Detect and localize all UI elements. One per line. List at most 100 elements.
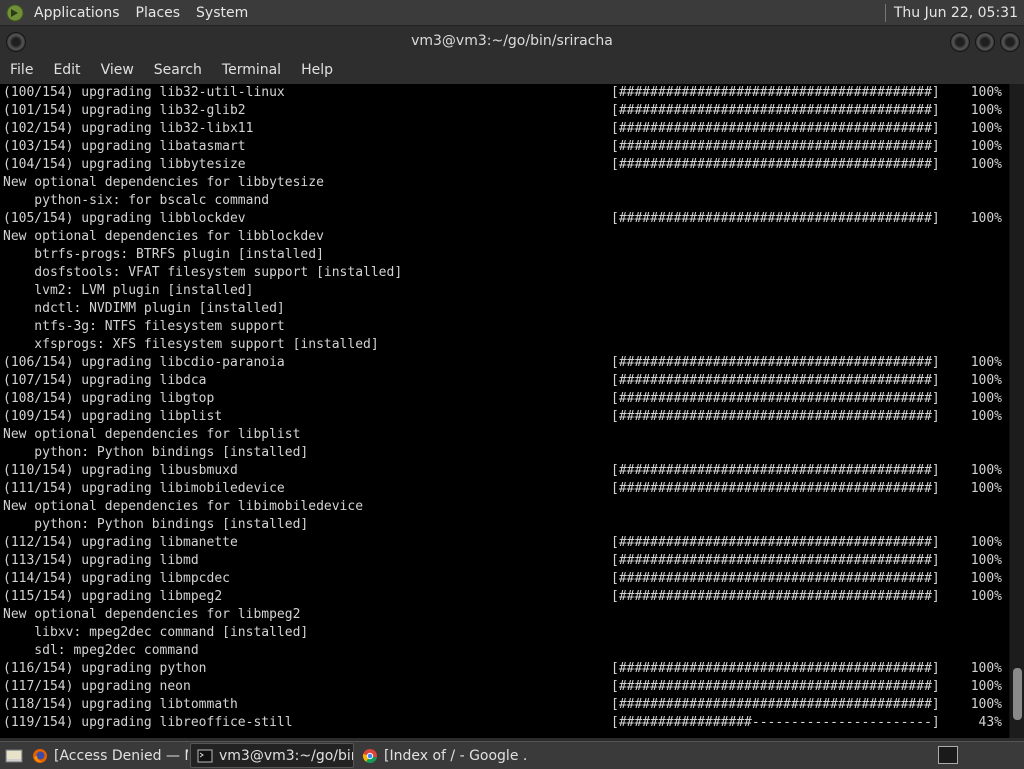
task-chrome[interactable]: [Index of / - Google ... xyxy=(356,744,528,767)
progress-bar-text: [#######################################… xyxy=(611,589,940,604)
terminal-line-text: (117/154) upgrading neon xyxy=(3,679,191,694)
terminal-line-text: lvm2: LVM plugin [installed] xyxy=(3,283,254,298)
terminal-line: (112/154) upgrading libmanette [#########… xyxy=(0,534,1009,552)
progress-percent: 100% xyxy=(970,679,1002,694)
progress-percent: 100% xyxy=(970,661,1002,676)
terminal-line-text: New optional dependencies for libbytesiz… xyxy=(3,175,324,190)
menu-view[interactable]: View xyxy=(91,62,144,78)
terminal-line: python: Python bindings [installed] xyxy=(0,516,1009,534)
menu-applications[interactable]: Applications xyxy=(26,5,128,21)
terminal-line: sdl: mpeg2dec command xyxy=(0,642,1009,660)
progress-percent: 100% xyxy=(970,157,1002,172)
terminal-line-text: python-six: for bscalc command xyxy=(3,193,270,208)
terminal-line: python: Python bindings [installed] xyxy=(0,444,1009,462)
bottom-taskbar: [Access Denied — M... vm3@vm3:~/go/bin..… xyxy=(0,741,1024,769)
progress-percent: 100% xyxy=(970,553,1002,568)
applications-logo-icon[interactable] xyxy=(6,4,24,22)
window-titlebar[interactable]: vm3@vm3:~/go/bin/sriracha xyxy=(0,26,1024,56)
terminal-line-text: (102/154) upgrading lib32-libx11 xyxy=(3,121,254,136)
terminal-line-text: xfsprogs: XFS filesystem support [instal… xyxy=(3,337,379,352)
terminal-line-text: (113/154) upgrading libmd xyxy=(3,553,199,568)
terminal-line: libxv: mpeg2dec command [installed] xyxy=(0,624,1009,642)
progress-percent: 100% xyxy=(970,481,1002,496)
terminal-line-text: New optional dependencies for libmpeg2 xyxy=(3,607,301,622)
menu-help[interactable]: Help xyxy=(291,62,343,78)
menu-file[interactable]: File xyxy=(0,62,43,78)
terminal-line-text: (106/154) upgrading libcdio-paranoia xyxy=(3,355,285,370)
progress-percent: 43% xyxy=(978,715,1002,730)
maximize-button[interactable] xyxy=(975,32,995,52)
progress-bar-text: [#######################################… xyxy=(611,463,940,478)
scrollbar-thumb[interactable] xyxy=(1013,668,1022,720)
terminal-line: (114/154) upgrading libmpcdec [##########… xyxy=(0,570,1009,588)
progress-bar-text: [#######################################… xyxy=(611,571,940,586)
progress-percent: 100% xyxy=(970,373,1002,388)
menu-search[interactable]: Search xyxy=(144,62,212,78)
task-label: [Access Denied — M... xyxy=(54,747,188,764)
menu-places[interactable]: Places xyxy=(128,5,189,21)
terminal-line-text: (108/154) upgrading libgtop xyxy=(3,391,215,406)
progress-bar-text: [#######################################… xyxy=(611,157,940,172)
top-panel-menus: Applications Places System xyxy=(0,0,256,25)
terminal-line-text: (111/154) upgrading libimobiledevice xyxy=(3,481,285,496)
progress-bar-text: [#######################################… xyxy=(611,409,940,424)
minimize-button[interactable] xyxy=(950,32,970,52)
terminal-line: ndctl: NVDIMM plugin [installed] xyxy=(0,300,1009,318)
terminal-line: (115/154) upgrading libmpeg2 [###########… xyxy=(0,588,1009,606)
progress-percent: 100% xyxy=(970,85,1002,100)
chrome-icon xyxy=(362,748,377,763)
terminal-line-text: (112/154) upgrading libmanette xyxy=(3,535,238,550)
terminal-line: dosfstools: VFAT filesystem support [ins… xyxy=(0,264,1009,282)
progress-bar-text: [#######################################… xyxy=(611,373,940,388)
panel-separator xyxy=(884,3,886,22)
terminal-line-text: ntfs-3g: NTFS filesystem support xyxy=(3,319,285,334)
progress-bar-text: [#######################################… xyxy=(611,121,940,136)
progress-percent: 100% xyxy=(970,391,1002,406)
terminal-output[interactable]: (100/154) upgrading lib32-util-linux [###… xyxy=(0,84,1009,738)
terminal-line-text: New optional dependencies for libblockde… xyxy=(3,229,324,244)
terminal-line: (106/154) upgrading libcdio-paranoia [###… xyxy=(0,354,1009,372)
terminal-line: (117/154) upgrading neon [###############… xyxy=(0,678,1009,696)
menu-edit[interactable]: Edit xyxy=(43,62,90,78)
terminal-applet-icon[interactable] xyxy=(938,746,958,764)
terminal-line: (105/154) upgrading libblockdev [########… xyxy=(0,210,1009,228)
task-firefox[interactable]: [Access Denied — M... xyxy=(26,744,188,767)
clock[interactable]: Thu Jun 22, 05:31 xyxy=(894,5,1024,21)
progress-bar-text: [#######################################… xyxy=(611,85,940,100)
terminal-line: New optional dependencies for libimobile… xyxy=(0,498,1009,516)
terminal-scrollbar[interactable] xyxy=(1009,84,1024,738)
top-panel: Applications Places System Thu Jun 22, 0… xyxy=(0,0,1024,26)
terminal-line: (101/154) upgrading lib32-glib2 [########… xyxy=(0,102,1009,120)
task-terminal[interactable]: vm3@vm3:~/go/bin... xyxy=(190,743,354,768)
terminal-line: ntfs-3g: NTFS filesystem support xyxy=(0,318,1009,336)
progress-percent: 100% xyxy=(970,211,1002,226)
progress-bar-text: [#######################################… xyxy=(611,211,940,226)
terminal-line-text: (115/154) upgrading libmpeg2 xyxy=(3,589,223,604)
close-button[interactable] xyxy=(1000,32,1020,52)
menu-terminal[interactable]: Terminal xyxy=(212,62,291,78)
task-label: [Index of / - Google ... xyxy=(384,747,528,764)
progress-percent: 100% xyxy=(970,139,1002,154)
terminal-line: (116/154) upgrading python [#############… xyxy=(0,660,1009,678)
terminal-line-text: (110/154) upgrading libusbmuxd xyxy=(3,463,238,478)
progress-bar-text: [#######################################… xyxy=(611,535,940,550)
progress-percent: 100% xyxy=(970,103,1002,118)
terminal-line: New optional dependencies for libblockde… xyxy=(0,228,1009,246)
terminal-line: (102/154) upgrading lib32-libx11 [#######… xyxy=(0,120,1009,138)
terminal-line-text: New optional dependencies for libplist xyxy=(3,427,301,442)
progress-bar-text: [#######################################… xyxy=(611,355,940,370)
window-menu-button[interactable] xyxy=(6,32,26,52)
terminal-line: (107/154) upgrading libdca [#############… xyxy=(0,372,1009,390)
progress-percent: 100% xyxy=(970,535,1002,550)
terminal-line-text: (118/154) upgrading libtommath xyxy=(3,697,238,712)
terminal-line-text: (105/154) upgrading libblockdev xyxy=(3,211,246,226)
progress-percent: 100% xyxy=(970,571,1002,586)
progress-bar-text: [#######################################… xyxy=(611,391,940,406)
terminal-icon xyxy=(197,749,213,762)
progress-bar-text: [#################----------------------… xyxy=(611,715,940,730)
menu-system[interactable]: System xyxy=(188,5,256,21)
terminal-line-text: dosfstools: VFAT filesystem support [ins… xyxy=(3,265,403,280)
task-label: vm3@vm3:~/go/bin... xyxy=(219,747,353,764)
terminal-line-text: (101/154) upgrading lib32-glib2 xyxy=(3,103,246,118)
show-desktop-icon[interactable] xyxy=(4,746,24,766)
